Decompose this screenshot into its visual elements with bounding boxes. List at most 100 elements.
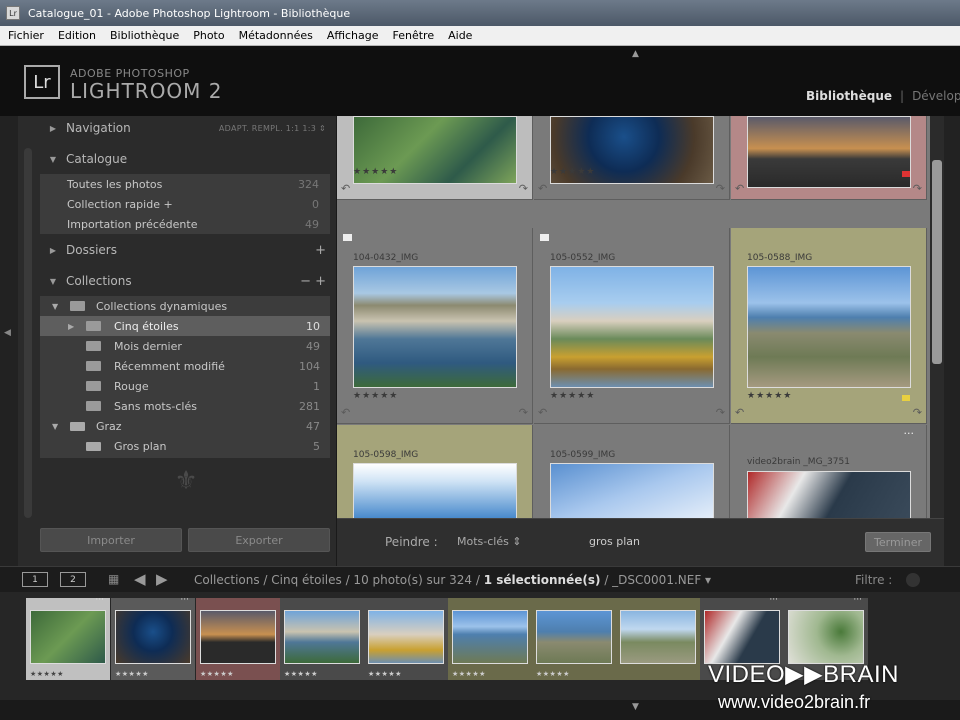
rating-stars[interactable]: ★★★★★	[115, 670, 149, 678]
rotate-left-icon[interactable]: ↶	[538, 406, 547, 419]
rotate-left-icon[interactable]: ↶	[341, 406, 350, 419]
grid-cell[interactable]: ↶ ↷	[731, 116, 927, 200]
collection-sans-mots-cles[interactable]: Sans mots-clés 281	[40, 396, 330, 416]
collection-rouge[interactable]: Rouge 1	[40, 376, 330, 396]
forward-arrow-icon[interactable]: ▶	[156, 570, 168, 588]
rotate-left-icon[interactable]: ↶	[538, 182, 547, 195]
filmstrip-image[interactable]	[704, 610, 780, 664]
expand-triangle-icon[interactable]: ▶	[44, 246, 62, 255]
collapse-triangle-icon[interactable]: ▼	[44, 155, 62, 164]
rating-stars[interactable]: ★★★★★	[536, 670, 570, 678]
rotate-right-icon[interactable]: ↷	[913, 406, 922, 419]
flag-icon[interactable]	[540, 234, 549, 241]
left-panel-scrollbar[interactable]	[24, 148, 32, 518]
navigation-header[interactable]: ▶ Navigation ADAPT. REMPL. 1:1 1:3 ⇕	[38, 115, 332, 141]
rotate-right-icon[interactable]: ↷	[519, 406, 528, 419]
grid-cell[interactable]: ★★★★★ ↶ ↷	[337, 116, 533, 200]
filmstrip-thumb[interactable]: ★★★★★	[532, 598, 616, 680]
collection-set-graz[interactable]: ▼ Graz 47	[40, 416, 330, 436]
rating-stars[interactable]: ★★★★★	[550, 167, 595, 177]
finish-button[interactable]: Terminer	[865, 532, 931, 552]
color-label-red[interactable]	[902, 171, 910, 177]
menu-edition[interactable]: Edition	[58, 29, 96, 42]
rating-stars[interactable]: ★★★★★	[747, 391, 792, 401]
filter-toggle-icon[interactable]	[906, 573, 920, 587]
collection-cinq-etoiles[interactable]: ▶ Cinq étoiles 10	[40, 316, 330, 336]
collapse-triangle-icon[interactable]: ▼	[44, 277, 62, 286]
filmstrip-image[interactable]	[788, 610, 864, 664]
photo-thumbnail[interactable]	[747, 266, 911, 388]
grid-cell[interactable]: 105-0552_IMG ★★★★★ ↶ ↷	[534, 228, 730, 424]
photo-thumbnail[interactable]	[550, 266, 714, 388]
more-options-icon[interactable]: ···	[95, 595, 104, 605]
grid-scrollbar-thumb[interactable]	[932, 160, 942, 364]
filmstrip-image[interactable]	[536, 610, 612, 664]
rotate-left-icon[interactable]: ↶	[341, 182, 350, 195]
catalogue-item-all-photos[interactable]: Toutes les photos 324	[67, 178, 323, 191]
left-panel-edge[interactable]: ◀	[0, 116, 18, 566]
menu-metadonnees[interactable]: Métadonnées	[239, 29, 313, 42]
keyword-input[interactable]: gros plan	[589, 535, 640, 548]
photo-thumbnail[interactable]	[550, 463, 714, 518]
module-developpement[interactable]: Dévelop	[912, 89, 960, 103]
rotate-right-icon[interactable]: ↷	[716, 406, 725, 419]
more-options-icon[interactable]: ···	[853, 595, 862, 605]
collection-gros-plan[interactable]: Gros plan 5	[40, 436, 330, 456]
photo-thumbnail[interactable]	[747, 471, 911, 518]
filmstrip-thumb[interactable]: ··· ★★★★★	[111, 595, 195, 680]
add-remove-collection-icon[interactable]: − +	[300, 274, 326, 289]
second-monitor-button[interactable]: 2	[60, 572, 86, 587]
menu-photo[interactable]: Photo	[193, 29, 224, 42]
paint-mode-select[interactable]: Mots-clés ⇕	[457, 535, 522, 548]
filmstrip-image[interactable]	[620, 610, 696, 664]
expand-triangle-icon[interactable]: ▶	[68, 322, 74, 331]
grid-cell[interactable]: 105-0599_IMG	[534, 425, 730, 518]
menu-fenetre[interactable]: Fenêtre	[393, 29, 435, 42]
flag-icon[interactable]	[343, 234, 352, 241]
rotate-right-icon[interactable]: ↷	[716, 182, 725, 195]
filmstrip-thumb[interactable]	[616, 598, 700, 680]
top-panel-toggle-icon[interactable]: ▲	[632, 49, 639, 59]
grid-cell[interactable]: 105-0588_IMG ★★★★★ ↶ ↷	[731, 228, 927, 424]
filmstrip-image[interactable]	[368, 610, 444, 664]
add-folder-icon[interactable]: +	[315, 243, 326, 258]
menu-affichage[interactable]: Affichage	[327, 29, 379, 42]
rotate-left-icon[interactable]: ↶	[735, 182, 744, 195]
left-panel-toggle-icon[interactable]: ◀	[4, 328, 11, 338]
grid-cell[interactable]: 105-0598_IMG	[337, 425, 533, 518]
dossiers-header[interactable]: ▶ Dossiers +	[38, 237, 332, 263]
main-monitor-button[interactable]: 1	[22, 572, 48, 587]
filmstrip-thumb[interactable]: ··· ★★★★★	[26, 595, 110, 680]
filmstrip-image[interactable]	[284, 610, 360, 664]
filmstrip-image[interactable]	[115, 610, 191, 664]
filmstrip-thumb[interactable]: ★★★★★	[280, 598, 364, 680]
navigation-zoom-options[interactable]: ADAPT. REMPL. 1:1 1:3 ⇕	[219, 124, 326, 133]
rotate-right-icon[interactable]: ↷	[519, 182, 528, 195]
filmstrip-image[interactable]	[30, 610, 106, 664]
rating-stars[interactable]: ★★★★★	[353, 391, 398, 401]
collection-recemment-modifie[interactable]: Récemment modifié 104	[40, 356, 330, 376]
right-panel-edge[interactable]	[944, 116, 960, 566]
collapse-triangle-icon[interactable]: ▼	[52, 302, 58, 311]
grid-view-icon[interactable]: ▦	[108, 572, 119, 586]
module-bibliotheque[interactable]: Bibliothèque	[806, 89, 892, 103]
filmstrip-source-path[interactable]: Collections / Cinq étoiles / 10 photo(s)…	[194, 573, 711, 587]
rating-stars[interactable]: ★★★★★	[368, 670, 402, 678]
photo-thumbnail[interactable]	[747, 116, 911, 188]
grid-cell[interactable]: ★★★★★ ↶ ↷	[534, 116, 730, 200]
filmstrip-thumb[interactable]: ★★★★★	[196, 598, 280, 680]
import-button[interactable]: Importer	[40, 528, 182, 552]
collapse-triangle-icon[interactable]: ▼	[52, 422, 58, 431]
photo-thumbnail[interactable]	[353, 463, 517, 518]
more-options-icon[interactable]: ···	[904, 427, 915, 440]
more-options-icon[interactable]: ···	[769, 595, 778, 605]
more-options-icon[interactable]: ···	[180, 595, 189, 605]
color-label-yellow[interactable]	[902, 395, 910, 401]
expand-triangle-icon[interactable]: ▶	[44, 124, 62, 133]
back-arrow-icon[interactable]: ◀	[134, 570, 146, 588]
rating-stars[interactable]: ★★★★★	[452, 670, 486, 678]
grid-cell[interactable]: ··· video2brain _MG_3751	[731, 425, 927, 518]
collection-set-dynamic[interactable]: ▼ Collections dynamiques	[40, 296, 330, 316]
rating-stars[interactable]: ★★★★★	[353, 167, 398, 177]
catalogue-item-previous-import[interactable]: Importation précédente 49	[67, 218, 323, 231]
